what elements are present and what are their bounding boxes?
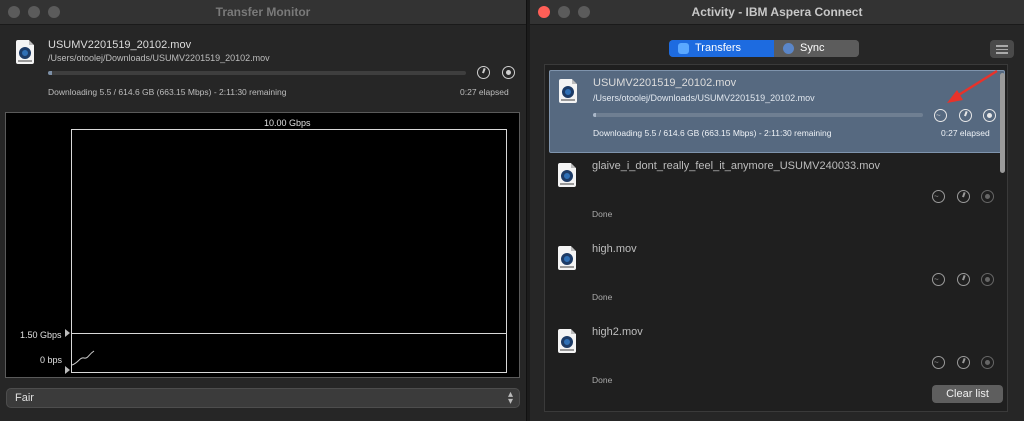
file-name: glaive_i_dont_really_feel_it_anymore_USU… [592,160,881,172]
clock-icon[interactable] [957,356,970,369]
transfer-policy-select[interactable]: Fair ▴ ▾ [6,388,520,408]
min-rate-handle[interactable] [65,366,70,374]
tab-sync[interactable]: Sync [774,40,859,57]
titlebar: Transfer Monitor [0,0,526,25]
transfer-status: Done [592,292,613,302]
window-title: Transfer Monitor [215,5,311,19]
titlebar: Activity - IBM Aspera Connect [530,0,1024,25]
file-icon [558,163,576,187]
file-name: USUMV2201519_20102.mov [48,39,192,51]
window-title: Activity - IBM Aspera Connect [691,5,863,19]
target-rate-handle[interactable] [65,329,70,337]
tab-sync-label: Sync [800,42,825,54]
arrow-annotation [947,69,998,103]
file-path: /Users/otoolej/Downloads/USUMV2201519_20… [48,53,270,63]
tab-transfers-label: Transfers [695,42,742,54]
file-icon [558,246,576,270]
graph-icon[interactable]: ~ [932,273,945,286]
sync-icon [783,43,794,54]
file-icon [558,329,576,353]
clock-icon[interactable] [959,109,972,122]
progress-bar [48,71,466,75]
stop-icon[interactable] [983,109,996,122]
file-path: /Users/otoolej/Downloads/USUMV2201519_20… [593,93,815,103]
progress-fill [593,113,596,117]
transfers-list[interactable]: USUMV2201519_20102.mov /Users/otoolej/Do… [544,64,1008,412]
transfers-icon [678,43,689,54]
stop-icon [981,190,994,203]
view-segmented-control: Transfers Sync [669,40,859,57]
transfer-monitor-window: Transfer Monitor USUMV2201519_20102.mov … [0,0,527,421]
graph-icon[interactable]: ~ [932,190,945,203]
graph-icon[interactable]: ~ [932,356,945,369]
menu-icon[interactable] [990,40,1014,58]
file-icon [16,40,34,64]
elapsed-time: 0:27 elapsed [941,128,990,138]
transfer-status: Done [592,375,613,385]
clock-icon[interactable] [477,66,490,79]
policy-value: Fair [15,392,34,404]
graph-max-label: 10.00 Gbps [264,118,311,128]
progress-fill [48,71,52,75]
tab-transfers[interactable]: Transfers [669,40,774,57]
transfer-status: Downloading 5.5 / 614.6 GB (663.15 Mbps)… [48,87,287,97]
graph-icon[interactable]: ~ [934,109,947,122]
activity-window: Activity - IBM Aspera Connect Transfers … [530,0,1024,421]
clear-list-button[interactable]: Clear list [932,385,1003,403]
file-icon [559,79,577,103]
progress-bar [593,113,923,117]
clock-icon[interactable] [957,190,970,203]
file-name: USUMV2201519_20102.mov [593,77,737,89]
elapsed-time: 0:27 elapsed [460,87,509,97]
stop-icon [981,273,994,286]
transfer-row[interactable]: high.mov ~ Done [545,238,1001,321]
graph-min-label: 0 bps [40,355,63,365]
chevron-updown-icon: ▴ ▾ [507,389,513,407]
graph-target-label: 1.50 Gbps [20,330,62,340]
graph-plot-area [71,129,507,373]
file-name: high.mov [592,243,637,255]
target-rate-line[interactable] [71,333,507,334]
clock-icon[interactable] [957,273,970,286]
throughput-graph[interactable]: 10.00 Gbps 1.50 Gbps 0 bps [5,112,520,378]
file-name: high2.mov [592,326,643,338]
transfer-status: Done [592,209,613,219]
transfer-status: Downloading 5.5 / 614.6 GB (663.15 Mbps)… [593,128,832,138]
stop-icon [981,356,994,369]
throughput-trace [72,350,95,366]
stop-icon[interactable] [502,66,515,79]
transfer-row[interactable]: glaive_i_dont_really_feel_it_anymore_USU… [545,155,1001,238]
